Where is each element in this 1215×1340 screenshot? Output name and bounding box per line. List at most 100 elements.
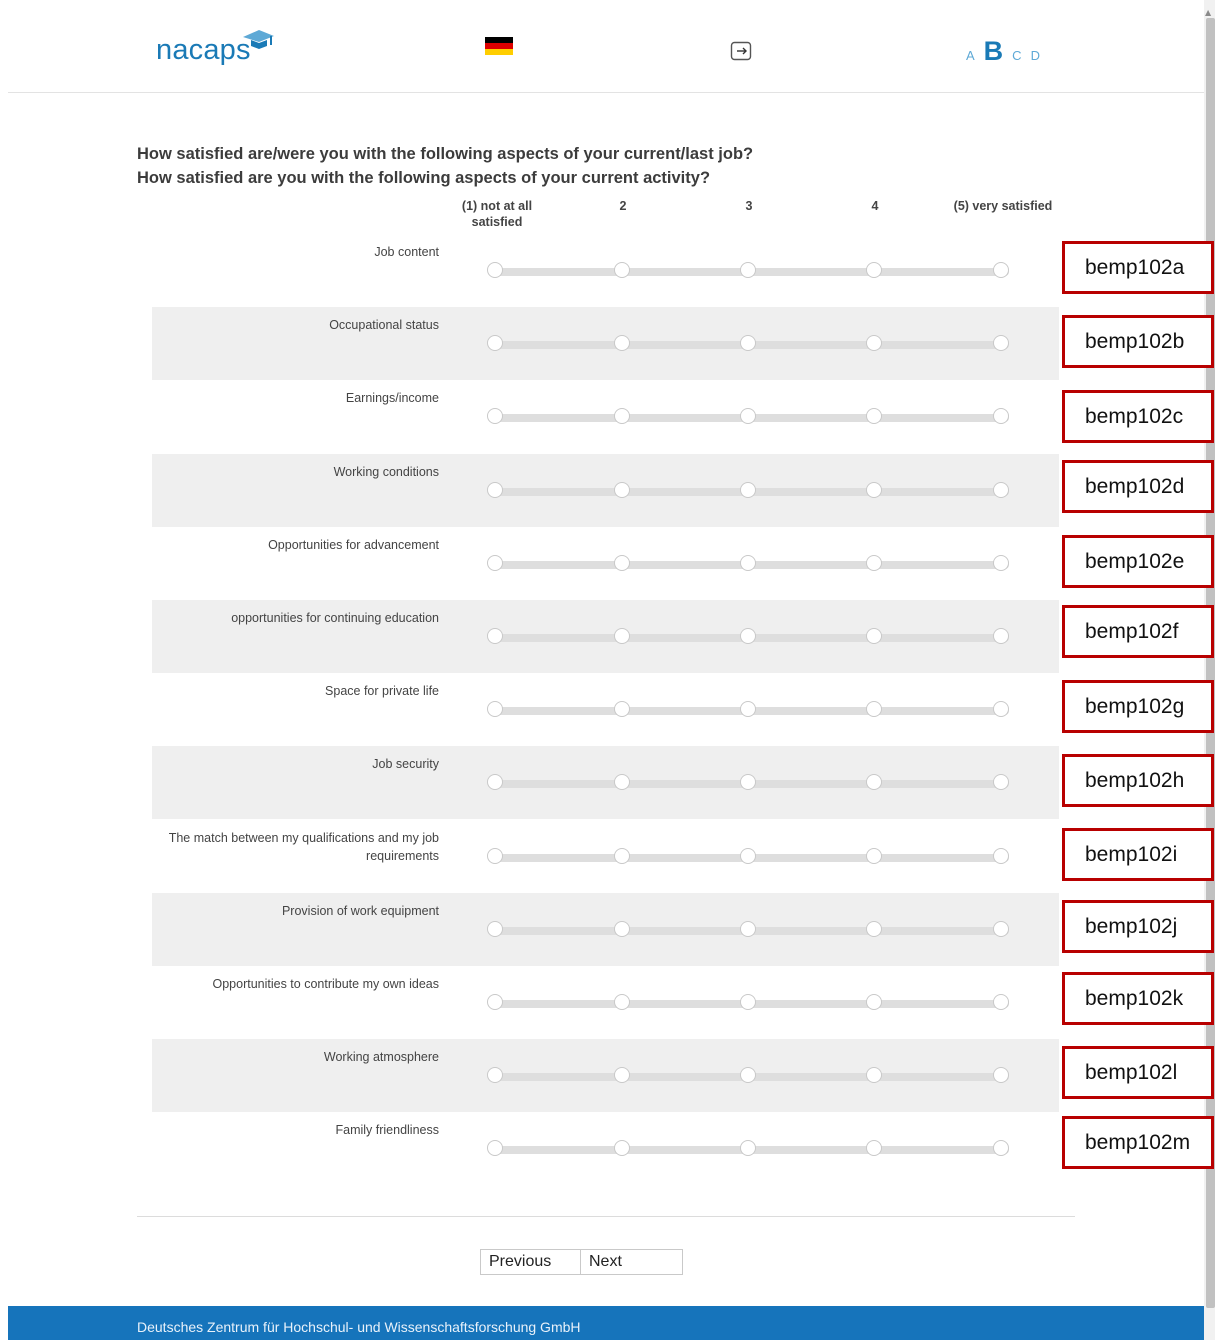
- rating-option-4[interactable]: [866, 628, 882, 644]
- rating-option-3[interactable]: [740, 848, 756, 864]
- rating-option-3[interactable]: [740, 921, 756, 937]
- site-footer: Deutsches Zentrum für Hochschul- und Wis…: [8, 1306, 1204, 1340]
- rating-option-2[interactable]: [614, 1067, 630, 1083]
- item-label: Job content: [374, 245, 439, 259]
- rating-option-3[interactable]: [740, 1067, 756, 1083]
- rating-option-4[interactable]: [866, 701, 882, 717]
- rating-option-2[interactable]: [614, 848, 630, 864]
- rating-option-2[interactable]: [614, 482, 630, 498]
- scroll-up-arrow-icon[interactable]: ▲: [1205, 8, 1211, 17]
- nacaps-logo[interactable]: nacaps: [156, 34, 251, 67]
- page-margin: [0, 0, 8, 1340]
- rating-option-2[interactable]: [614, 335, 630, 351]
- rating-option-4[interactable]: [866, 408, 882, 424]
- rating-option-2[interactable]: [614, 994, 630, 1010]
- item-row: Job security: [152, 746, 1059, 819]
- item-row: Opportunities to contribute my own ideas: [152, 966, 1059, 1039]
- rating-option-4[interactable]: [866, 848, 882, 864]
- rating-option-1[interactable]: [487, 262, 503, 278]
- font-size-b[interactable]: B: [984, 36, 1004, 67]
- rating-option-3[interactable]: [740, 1140, 756, 1156]
- rating-option-1[interactable]: [487, 921, 503, 937]
- rating-option-5[interactable]: [993, 1067, 1009, 1083]
- graduation-cap-icon: [243, 30, 274, 49]
- scale-label-5: (5) very satisfied: [953, 199, 1053, 213]
- scale-label-2: 2: [619, 199, 627, 213]
- rating-option-5[interactable]: [993, 628, 1009, 644]
- rating-option-2[interactable]: [614, 262, 630, 278]
- rating-option-4[interactable]: [866, 335, 882, 351]
- rating-option-4[interactable]: [866, 1067, 882, 1083]
- rating-option-1[interactable]: [487, 408, 503, 424]
- rating-option-2[interactable]: [614, 774, 630, 790]
- rating-option-3[interactable]: [740, 408, 756, 424]
- rating-option-1[interactable]: [487, 335, 503, 351]
- rating-option-5[interactable]: [993, 408, 1009, 424]
- rating-option-5[interactable]: [993, 774, 1009, 790]
- rating-option-1[interactable]: [487, 555, 503, 571]
- scrollbar-thumb[interactable]: [1206, 18, 1215, 1308]
- variable-name-label: bemp102i: [1062, 828, 1214, 881]
- rating-option-1[interactable]: [487, 774, 503, 790]
- rating-option-4[interactable]: [866, 262, 882, 278]
- rating-option-4[interactable]: [866, 994, 882, 1010]
- rating-option-3[interactable]: [740, 335, 756, 351]
- item-row: The match between my qualifications and …: [152, 820, 1059, 893]
- rating-option-4[interactable]: [866, 921, 882, 937]
- rating-option-5[interactable]: [993, 848, 1009, 864]
- rating-option-2[interactable]: [614, 408, 630, 424]
- variable-name-label: bemp102f: [1062, 605, 1214, 658]
- rating-option-1[interactable]: [487, 628, 503, 644]
- item-label: Opportunities to contribute my own ideas: [212, 977, 439, 991]
- rating-option-1[interactable]: [487, 1067, 503, 1083]
- item-row: Space for private life: [152, 673, 1059, 746]
- rating-option-5[interactable]: [993, 555, 1009, 571]
- logout-icon[interactable]: [730, 40, 752, 62]
- variable-name-label: bemp102d: [1062, 460, 1214, 513]
- rating-option-5[interactable]: [993, 701, 1009, 717]
- variable-name-label: bemp102k: [1062, 972, 1214, 1025]
- rating-option-4[interactable]: [866, 774, 882, 790]
- rating-option-2[interactable]: [614, 1140, 630, 1156]
- rating-option-3[interactable]: [740, 262, 756, 278]
- scale-label-4: 4: [871, 199, 879, 213]
- rating-option-2[interactable]: [614, 701, 630, 717]
- item-label: opportunities for continuing education: [231, 611, 439, 625]
- rating-option-3[interactable]: [740, 482, 756, 498]
- font-size-c[interactable]: C: [1012, 48, 1021, 63]
- rating-option-3[interactable]: [740, 628, 756, 644]
- rating-option-5[interactable]: [993, 482, 1009, 498]
- rating-option-1[interactable]: [487, 701, 503, 717]
- rating-option-2[interactable]: [614, 555, 630, 571]
- rating-option-4[interactable]: [866, 1140, 882, 1156]
- next-button[interactable]: Next: [581, 1250, 682, 1274]
- rating-option-3[interactable]: [740, 774, 756, 790]
- rating-option-5[interactable]: [993, 1140, 1009, 1156]
- site-header: nacaps ABCD: [8, 0, 1204, 93]
- rating-option-5[interactable]: [993, 921, 1009, 937]
- rating-option-2[interactable]: [614, 921, 630, 937]
- rating-option-3[interactable]: [740, 701, 756, 717]
- navigation-buttons: Previous Next: [480, 1249, 683, 1275]
- rating-option-3[interactable]: [740, 994, 756, 1010]
- rating-option-1[interactable]: [487, 848, 503, 864]
- rating-option-5[interactable]: [993, 335, 1009, 351]
- rating-option-2[interactable]: [614, 628, 630, 644]
- rating-option-1[interactable]: [487, 994, 503, 1010]
- font-size-d[interactable]: D: [1031, 48, 1040, 63]
- rating-option-3[interactable]: [740, 555, 756, 571]
- font-size-a[interactable]: A: [966, 48, 975, 63]
- rating-option-5[interactable]: [993, 262, 1009, 278]
- variable-name-label: bemp102m: [1062, 1116, 1214, 1169]
- item-label: Opportunities for advancement: [268, 538, 439, 552]
- question-line-1: How satisfied are/were you with the foll…: [137, 145, 754, 163]
- variable-name-label: bemp102h: [1062, 754, 1214, 807]
- variable-name-label: bemp102b: [1062, 315, 1214, 368]
- rating-option-5[interactable]: [993, 994, 1009, 1010]
- rating-option-4[interactable]: [866, 482, 882, 498]
- flag-germany-icon[interactable]: [485, 37, 513, 55]
- rating-option-1[interactable]: [487, 482, 503, 498]
- rating-option-4[interactable]: [866, 555, 882, 571]
- previous-button[interactable]: Previous: [481, 1250, 581, 1274]
- rating-option-1[interactable]: [487, 1140, 503, 1156]
